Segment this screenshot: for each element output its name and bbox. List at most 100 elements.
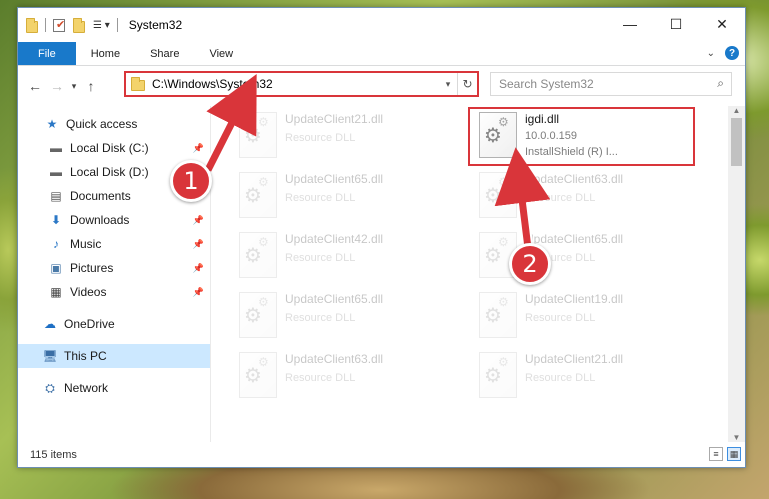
nav-item-network[interactable]: ⛭ Network [18, 376, 210, 400]
tab-share[interactable]: Share [135, 42, 194, 65]
address-dropdown-chevron-icon[interactable]: ▾ [439, 79, 457, 90]
dll-file-icon [239, 112, 277, 158]
file-name: UpdateClient65.dll [285, 172, 384, 186]
nav-item-downloads[interactable]: ⬇ Downloads 📌 [18, 208, 210, 232]
nav-item-label: Pictures [70, 261, 114, 275]
dll-file-icon [479, 352, 517, 398]
nav-item-label: Documents [70, 189, 131, 203]
tab-home[interactable]: Home [76, 42, 135, 65]
download-icon: ⬇ [50, 213, 62, 227]
tab-file[interactable]: File [18, 42, 76, 65]
file-description: Resource DLL [285, 372, 356, 384]
music-icon: ♪ [53, 237, 59, 251]
tab-view[interactable]: View [194, 42, 248, 65]
file-highlight-box [468, 107, 695, 166]
file-description: Resource DLL [285, 312, 356, 324]
file-name: UpdateClient19.dll [525, 292, 624, 306]
nav-item-music[interactable]: ♪ Music 📌 [18, 232, 210, 256]
file-name: UpdateClient21.dll [525, 352, 624, 366]
back-arrow-icon[interactable]: ← [24, 78, 46, 94]
network-icon: ⛭ [45, 380, 55, 395]
nav-item-local-disk-c[interactable]: ▬ Local Disk (C:) 📌 [18, 136, 210, 160]
dll-file-icon [239, 172, 277, 218]
title-bar: ☰ ▾ System32 — ☐ ✕ [18, 8, 745, 42]
drive-icon: ▬ [50, 165, 62, 179]
address-field[interactable]: C:\Windows\System32 ▾ ↻ [124, 71, 479, 97]
cloud-icon: ☁ [44, 317, 56, 331]
file-name: UpdateClient21.dll [285, 112, 384, 126]
properties-icon[interactable] [53, 18, 65, 32]
file-description: Resource DLL [525, 312, 596, 324]
file-name: UpdateClient63.dll [285, 352, 384, 366]
dll-file-icon [239, 292, 277, 338]
pictures-icon: ▣ [50, 261, 62, 275]
scroll-up-icon[interactable]: ▲ [728, 106, 745, 115]
toolbar-separator [116, 18, 118, 32]
ribbon-controls: ⌄ ? [707, 46, 739, 60]
forward-arrow-icon[interactable]: → [46, 78, 68, 94]
nav-item-label: Local Disk (C:) [70, 141, 149, 155]
list-item[interactable]: UpdateClient63.dll Resource DLL [233, 348, 453, 404]
details-view-icon[interactable]: ≡ [709, 447, 723, 461]
nav-item-quick-access[interactable]: ★ Quick access [18, 112, 210, 136]
minimize-button[interactable]: — [607, 8, 653, 40]
folder-icon [131, 77, 145, 91]
videos-icon: ▦ [50, 285, 62, 299]
search-input[interactable]: Search System32 ⌕ [490, 72, 732, 96]
pin-icon[interactable]: 📌 [193, 287, 204, 298]
file-name: UpdateClient42.dll [285, 232, 384, 246]
drive-icon: ▬ [50, 141, 62, 155]
pin-icon[interactable]: 📌 [193, 263, 204, 274]
list-item[interactable]: UpdateClient19.dll Resource DLL [473, 288, 693, 344]
scroll-down-icon[interactable]: ▼ [728, 433, 745, 442]
item-count: 115 items [30, 448, 77, 461]
list-item[interactable]: UpdateClient65.dllResource DLL [233, 288, 453, 344]
nav-item-pictures[interactable]: ▣ Pictures 📌 [18, 256, 210, 280]
file-description: Resource DLL [525, 372, 596, 384]
recent-locations-chevron-icon[interactable]: ▾ [68, 81, 80, 92]
tiles-view-icon[interactable]: ▦ [727, 447, 741, 461]
nav-item-label: Downloads [70, 213, 130, 227]
list-item[interactable]: UpdateClient65.dllResource DLL [473, 228, 693, 284]
file-description: Resource DLL [525, 192, 596, 204]
scrollbar-thumb[interactable] [731, 118, 742, 166]
file-list: UpdateClient21.dll Resource DLL UpdateCli… [211, 106, 745, 442]
up-arrow-icon[interactable]: ↑ [80, 78, 102, 94]
nav-item-videos[interactable]: ▦ Videos 📌 [18, 280, 210, 304]
vertical-scrollbar[interactable]: ▲ ▼ [728, 106, 745, 442]
dll-file-icon [239, 352, 277, 398]
nav-item-label: OneDrive [64, 317, 115, 331]
nav-item-label: This PC [64, 349, 107, 363]
nav-item-onedrive[interactable]: ☁ OneDrive [18, 312, 210, 336]
window-title: System32 [128, 18, 183, 32]
refresh-icon[interactable]: ↻ [457, 73, 477, 95]
maximize-button[interactable]: ☐ [653, 8, 699, 40]
address-path[interactable]: C:\Windows\System32 [152, 77, 439, 91]
nav-item-label: Network [64, 381, 109, 395]
close-button[interactable]: ✕ [699, 8, 745, 40]
search-icon[interactable]: ⌕ [717, 76, 724, 91]
list-item[interactable]: UpdateClient21.dll Resource DLL [473, 348, 693, 404]
new-folder-icon[interactable] [73, 17, 85, 33]
file-name: UpdateClient65.dll [525, 232, 624, 246]
nav-item-label: Videos [70, 285, 107, 299]
pin-icon[interactable]: 📌 [193, 215, 204, 226]
help-icon[interactable]: ? [725, 46, 739, 60]
list-item[interactable]: UpdateClient21.dll Resource DLL [233, 108, 453, 164]
folder-icon[interactable] [26, 17, 38, 33]
list-item[interactable]: UpdateClient42.dll Resource DLL [233, 228, 453, 284]
nav-item-this-pc[interactable]: 🖥 This PC [18, 344, 210, 368]
expand-ribbon-icon[interactable]: ⌄ [707, 48, 715, 59]
list-item[interactable]: UpdateClient65.dllResource DLL [233, 168, 453, 224]
caption-buttons: — ☐ ✕ [607, 8, 745, 40]
customize-toolbar-icon[interactable]: ☰ ▾ [93, 20, 110, 31]
list-item[interactable]: UpdateClient63.dll Resource DLL [473, 168, 693, 224]
pin-icon[interactable]: 📌 [193, 143, 204, 154]
computer-icon: 🖥 [42, 349, 58, 363]
step-2-badge: 2 [509, 243, 551, 285]
nav-item-label: Quick access [66, 117, 138, 131]
pin-icon[interactable]: 📌 [193, 239, 204, 250]
navigation-pane: ★ Quick access ▬ Local Disk (C:) 📌 ▬ Loc… [18, 106, 211, 442]
